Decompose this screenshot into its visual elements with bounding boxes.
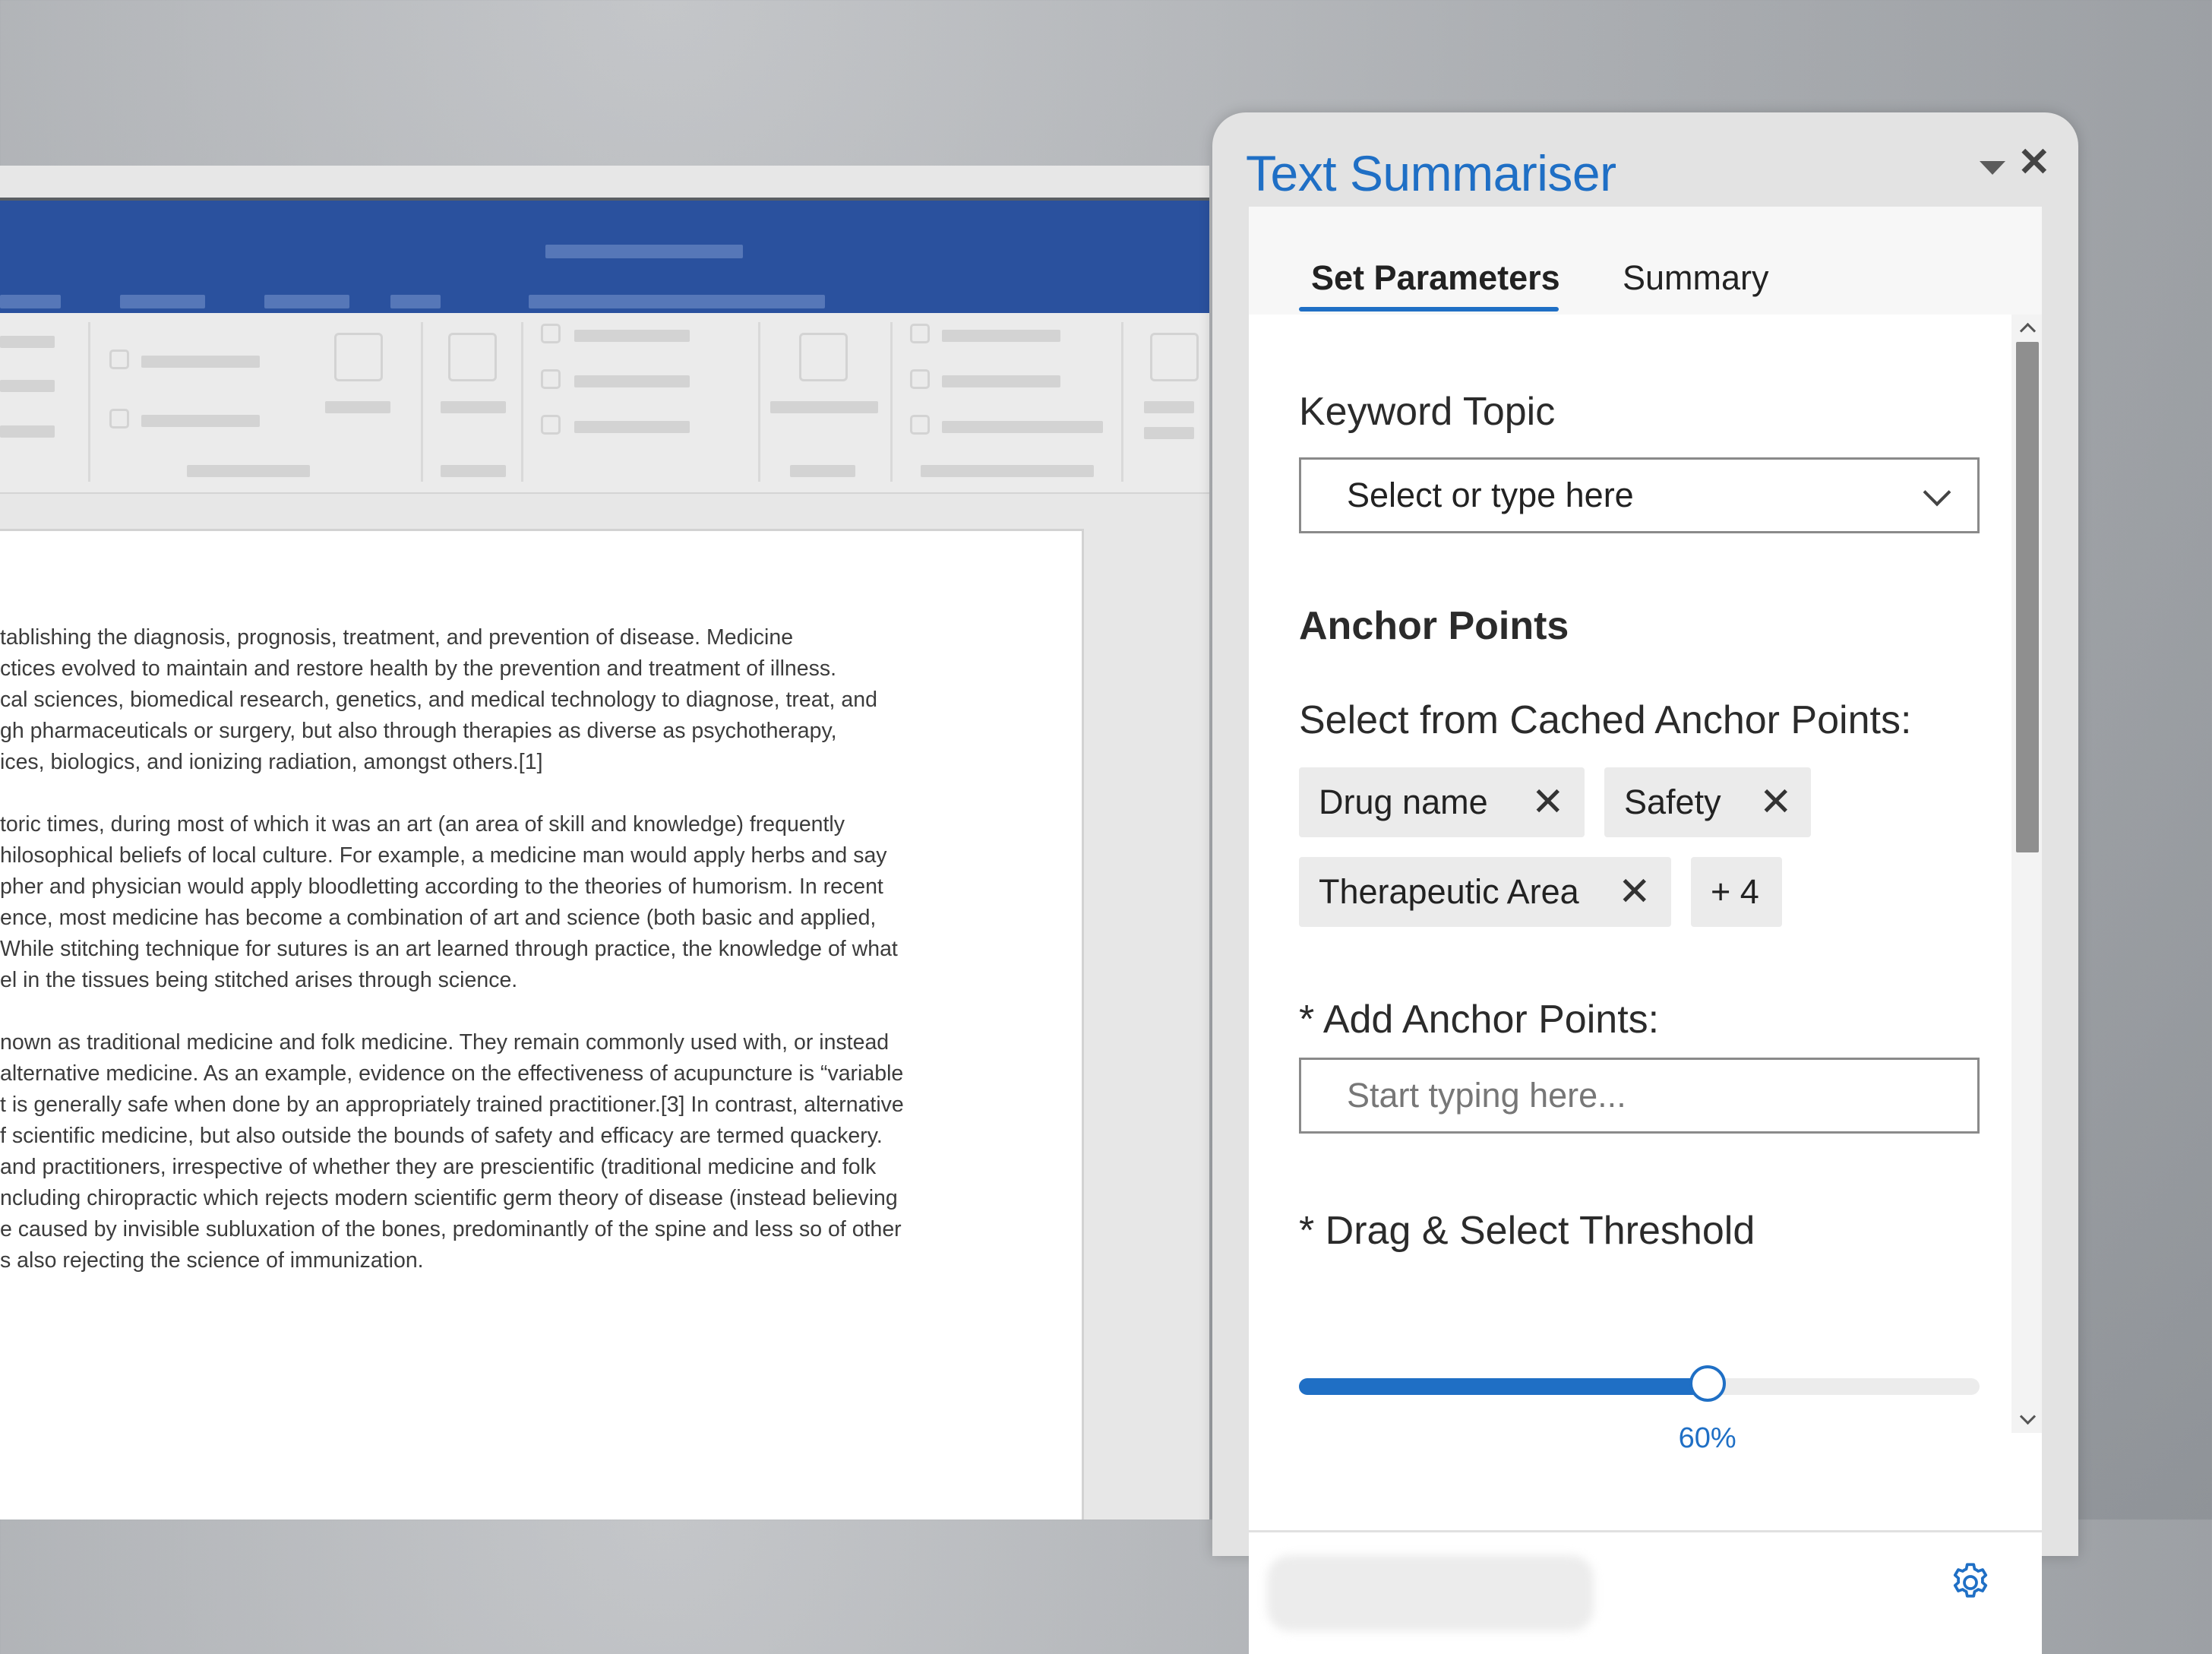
word-window: tablishing the diagnosis, prognosis, tre… xyxy=(0,166,1209,1520)
anchor-chip-label: Drug name xyxy=(1319,783,1488,821)
word-title-bar xyxy=(0,198,1209,316)
document-line: alternative medicine. As an example, evi… xyxy=(0,1061,904,1086)
document-line: hilosophical beliefs of local culture. F… xyxy=(0,843,887,868)
document-line: e caused by invisible subluxation of the… xyxy=(0,1217,902,1241)
document-line: ncluding chiropractic which rejects mode… xyxy=(0,1186,898,1210)
document-line: and practitioners, irrespective of wheth… xyxy=(0,1155,877,1179)
remove-chip-icon[interactable]: ✕ xyxy=(1759,767,1793,837)
panel-menu-caret-icon[interactable] xyxy=(1980,161,2005,175)
tab-set-parameters[interactable]: Set Parameters xyxy=(1311,258,1560,298)
threshold-value: 60% xyxy=(1678,1422,1736,1454)
scroll-up-icon[interactable] xyxy=(2019,322,2037,340)
anchor-points-heading: Anchor Points xyxy=(1299,604,1569,648)
more-chips-button[interactable]: + 4 xyxy=(1691,857,1782,927)
document-line: f scientific medicine, but also outside … xyxy=(0,1124,883,1148)
keyword-topic-placeholder: Select or type here xyxy=(1347,476,1634,514)
document-line: ence, most medicine has become a combina… xyxy=(0,906,877,930)
threshold-slider-fill xyxy=(1299,1378,1708,1395)
add-anchor-points-field[interactable] xyxy=(1299,1058,1980,1134)
tab-summary[interactable]: Summary xyxy=(1623,258,1769,298)
document-line: s also rejecting the science of immuniza… xyxy=(0,1248,424,1273)
document-line: While stitching technique for sutures is… xyxy=(0,937,898,961)
threshold-slider-thumb[interactable] xyxy=(1689,1365,1726,1402)
document-line: toric times, during most of which it was… xyxy=(0,812,845,836)
keyword-topic-label: Keyword Topic xyxy=(1299,390,1556,434)
anchor-chip-therapeutic-area: Therapeutic Area ✕ xyxy=(1299,857,1671,927)
active-tab-indicator xyxy=(1299,307,1559,312)
document-paragraph: toric times, during most of which it was… xyxy=(0,809,988,996)
document-page[interactable]: tablishing the diagnosis, prognosis, tre… xyxy=(0,529,1084,1520)
scroll-down-icon[interactable] xyxy=(2019,1408,2037,1425)
anchor-chip-drug-name: Drug name ✕ xyxy=(1299,767,1585,837)
scrollbar-thumb[interactable] xyxy=(2016,342,2039,852)
keyword-topic-combobox[interactable]: Select or type here xyxy=(1299,457,1980,533)
add-anchor-points-label: * Add Anchor Points: xyxy=(1299,998,1660,1042)
anchor-chip-label: Safety xyxy=(1624,783,1721,821)
document-paragraph: tablishing the diagnosis, prognosis, tre… xyxy=(0,622,988,778)
document-line: pher and physician would apply bloodlett… xyxy=(0,874,883,899)
document-line: cal sciences, biomedical research, genet… xyxy=(0,688,877,712)
panel-close-icon[interactable]: ✕ xyxy=(2018,143,2051,182)
threshold-label: * Drag & Select Threshold xyxy=(1299,1209,1755,1253)
remove-chip-icon[interactable]: ✕ xyxy=(1531,767,1565,837)
panel-scrollbar[interactable] xyxy=(2011,315,2042,1433)
document-line: tablishing the diagnosis, prognosis, tre… xyxy=(0,625,794,650)
panel-content: Set Parameters Summary Keyword Topic Sel… xyxy=(1249,207,2042,1654)
tab-bar: Set Parameters Summary xyxy=(1249,207,2042,315)
panel-title: Text Summariser xyxy=(1246,145,1616,201)
gear-icon[interactable] xyxy=(1948,1560,1993,1605)
document-paragraph: nown as traditional medicine and folk me… xyxy=(0,1027,988,1276)
footer-blurred-area xyxy=(1267,1555,1594,1631)
anchor-chip-label: Therapeutic Area xyxy=(1319,872,1579,911)
document-line: el in the tissues being stitched arises … xyxy=(0,968,518,992)
document-line: ices, biologics, and ionizing radiation,… xyxy=(0,750,543,774)
cached-anchor-points-label: Select from Cached Anchor Points: xyxy=(1299,698,1912,742)
add-anchor-points-input[interactable] xyxy=(1347,1076,1939,1115)
document-line: ctices evolved to maintain and restore h… xyxy=(0,656,837,681)
word-ribbon xyxy=(0,313,1209,494)
text-summariser-panel: Text Summariser ✕ Set Parameters Summary… xyxy=(1212,112,2078,1654)
chevron-down-icon[interactable] xyxy=(1923,478,1951,507)
document-line: t is generally safe when done by an appr… xyxy=(0,1093,904,1117)
remove-chip-icon[interactable]: ✕ xyxy=(1618,857,1651,927)
document-text: tablishing the diagnosis, prognosis, tre… xyxy=(0,622,988,1308)
document-line: gh pharmaceuticals or surgery, but also … xyxy=(0,719,837,743)
anchor-chip-safety: Safety ✕ xyxy=(1604,767,1811,837)
document-line: nown as traditional medicine and folk me… xyxy=(0,1030,890,1055)
threshold-slider[interactable] xyxy=(1299,1365,1980,1402)
panel-footer xyxy=(1249,1530,2042,1654)
